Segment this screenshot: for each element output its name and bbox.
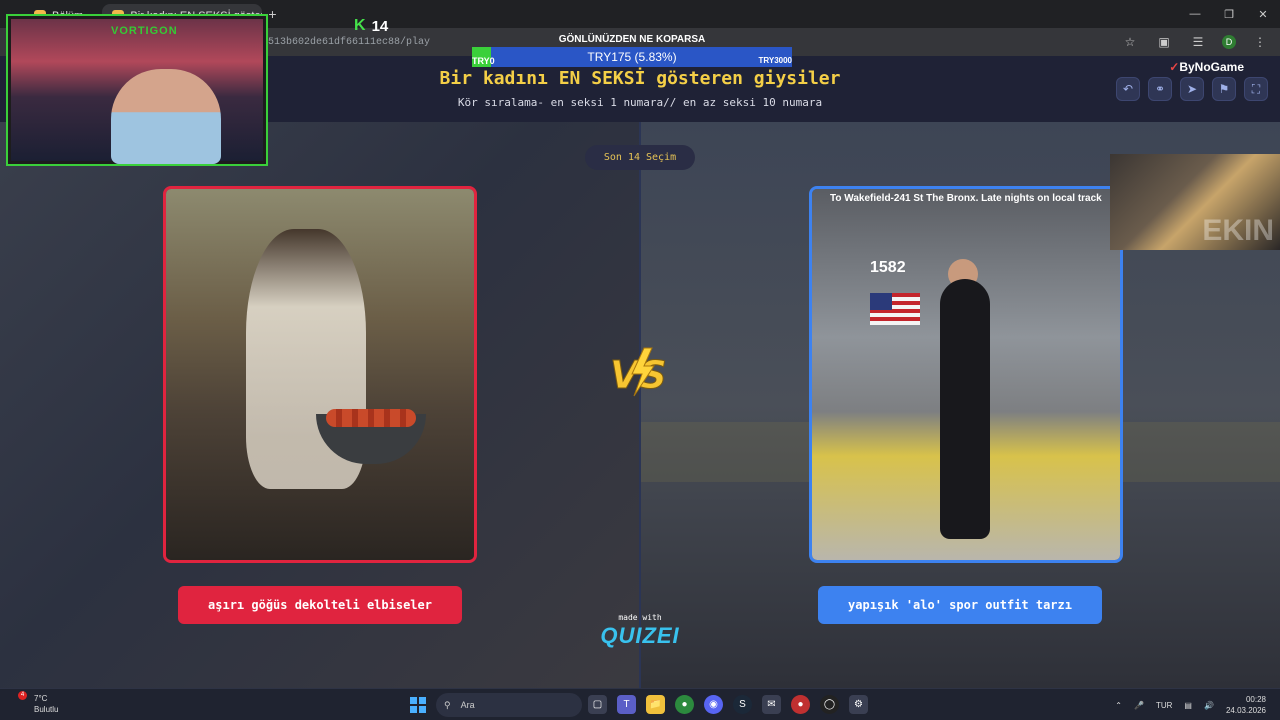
system-tray: ⌃ 🎤 TUR ▤ 🔊 00:28 24.03.2026 bbox=[1115, 694, 1266, 716]
undo-icon[interactable]: ↶ bbox=[1116, 77, 1140, 101]
donation-progress-bar: TRY175 (5.83%) bbox=[472, 47, 792, 67]
flag-icon[interactable]: ⚑ bbox=[1212, 77, 1236, 101]
browser-menu-icon[interactable]: ⋮ bbox=[1250, 32, 1270, 52]
donation-goal: GÖNLÜNÜZDEN NE KOPARSA TRY175 (5.83%) TR… bbox=[472, 34, 792, 67]
channel-name: VORTIGON bbox=[111, 25, 178, 37]
kick-logo-icon: K bbox=[354, 17, 366, 34]
viewer-count: 14 bbox=[371, 17, 389, 35]
link-icon[interactable]: ⚭ bbox=[1148, 77, 1172, 101]
left-option-label[interactable]: aşırı göğüs dekolteli elbiseler bbox=[178, 586, 462, 624]
network-icon[interactable]: ▤ bbox=[1184, 701, 1192, 710]
settings-gear-icon[interactable]: ⚙ bbox=[849, 695, 868, 714]
bynogame-mark-icon: ✓ bbox=[1169, 60, 1180, 74]
windows-taskbar: 4 7°C Bulutlu ⚲ Ara ▢ T 📁 ● ◉ S ✉ ● ◯ ⚙ … bbox=[0, 688, 1280, 720]
taskbar-apps: ▢ T 📁 ● ◉ S ✉ ● ◯ ⚙ bbox=[588, 695, 868, 714]
donation-max: TRY3000 bbox=[758, 56, 793, 65]
donation-min: TRY0 bbox=[472, 56, 495, 66]
tray-chevron-icon[interactable]: ⌃ bbox=[1115, 701, 1122, 710]
quiz-toolbar: ↶ ⚭ ➤ ⚑ ⛶ bbox=[1116, 77, 1268, 101]
center-divider bbox=[639, 122, 641, 688]
extensions-icon[interactable]: ▣ bbox=[1154, 32, 1174, 52]
brand-text: ByNoGame bbox=[1179, 60, 1244, 74]
right-option-image: To Wakefield-241 St The Bronx. Late nigh… bbox=[812, 189, 1120, 560]
taskbar-search[interactable]: ⚲ Ara bbox=[436, 693, 582, 717]
clock-date: 24.03.2026 bbox=[1225, 706, 1266, 715]
made-with-text: made with bbox=[618, 613, 662, 622]
clock[interactable]: 00:28 24.03.2026 bbox=[1226, 694, 1266, 716]
donation-title: GÖNLÜNÜZDEN NE KOPARSA bbox=[558, 34, 706, 45]
mail-icon[interactable]: ✉ bbox=[762, 695, 781, 714]
maximize-icon[interactable]: ❐ bbox=[1212, 0, 1246, 28]
subway-car-number: 1582 bbox=[870, 259, 906, 276]
share-icon[interactable]: ➤ bbox=[1180, 77, 1204, 101]
weather-temp: 7°C bbox=[34, 694, 48, 703]
weather-desc: Bulutlu bbox=[34, 705, 59, 714]
teams-icon[interactable]: T bbox=[617, 695, 636, 714]
language-indicator[interactable]: TUR bbox=[1156, 701, 1172, 710]
clock-time: 00:28 bbox=[1245, 695, 1266, 704]
microphone-icon[interactable]: 🎤 bbox=[1134, 701, 1144, 710]
weather-widget[interactable]: 4 7°C Bulutlu bbox=[18, 691, 59, 715]
screen: ⌄ Bölüm... Bir kadını EN SEKSİ gösteren … bbox=[0, 0, 1280, 720]
vs-icon: VS bbox=[610, 347, 667, 398]
fullscreen-icon[interactable]: ⛶ bbox=[1244, 77, 1268, 101]
new-tab-button[interactable]: + bbox=[268, 6, 276, 22]
search-icon: ⚲ bbox=[444, 699, 451, 710]
url-field[interactable]: 513b602de61df66111ec88/play bbox=[268, 37, 430, 48]
close-window-icon[interactable]: ✕ bbox=[1246, 0, 1280, 28]
bookmark-star-icon[interactable]: ☆ bbox=[1120, 32, 1140, 52]
left-option-card[interactable] bbox=[163, 186, 477, 563]
chrome-icon[interactable]: ● bbox=[675, 695, 694, 714]
donation-progress-text: TRY175 (5.83%) bbox=[587, 50, 677, 64]
search-placeholder: Ara bbox=[460, 700, 475, 710]
task-view-icon[interactable]: ▢ bbox=[588, 695, 607, 714]
us-flag bbox=[870, 293, 920, 325]
window-controls: — ❐ ✕ bbox=[1178, 0, 1280, 28]
minimize-icon[interactable]: — bbox=[1178, 0, 1212, 28]
steam-icon[interactable]: S bbox=[733, 695, 752, 714]
chrome-profile-icon[interactable]: ● bbox=[791, 695, 810, 714]
left-option-image bbox=[166, 189, 474, 560]
discord-icon[interactable]: ◉ bbox=[704, 695, 723, 714]
subway-sign-text: To Wakefield-241 St The Bronx. Late nigh… bbox=[830, 193, 1102, 204]
kick-viewer-count: K 14 bbox=[354, 17, 388, 35]
right-option-label[interactable]: yapışık 'alo' spor outfit tarzı bbox=[818, 586, 1102, 624]
streamer bbox=[111, 69, 221, 164]
bynogame-logo[interactable]: ✓ByNoGame bbox=[1169, 60, 1244, 74]
right-option-card[interactable]: To Wakefield-241 St The Bronx. Late nigh… bbox=[809, 186, 1123, 563]
volume-icon[interactable]: 🔊 bbox=[1204, 701, 1214, 710]
reading-list-icon[interactable]: ☰ bbox=[1188, 32, 1208, 52]
notification-badge: 4 bbox=[18, 691, 27, 700]
woman-in-black-outfit bbox=[940, 279, 990, 539]
file-explorer-icon[interactable]: 📁 bbox=[646, 695, 665, 714]
side-video-overlay: EKIN bbox=[1110, 154, 1280, 250]
tomatoes bbox=[326, 409, 416, 427]
quizei-logo[interactable]: QUIZEI bbox=[598, 623, 682, 649]
side-video-watermark: EKIN bbox=[1202, 214, 1274, 247]
profile-avatar-icon[interactable]: D bbox=[1222, 35, 1236, 49]
webcam-overlay: VORTIGON bbox=[8, 16, 266, 164]
windows-start-icon[interactable] bbox=[410, 697, 426, 713]
round-progress-pill: Son 14 Seçim bbox=[585, 145, 695, 170]
obs-icon[interactable]: ◯ bbox=[820, 695, 839, 714]
address-bar-icons: ☆ ▣ ☰ D ⋮ bbox=[1120, 32, 1270, 52]
